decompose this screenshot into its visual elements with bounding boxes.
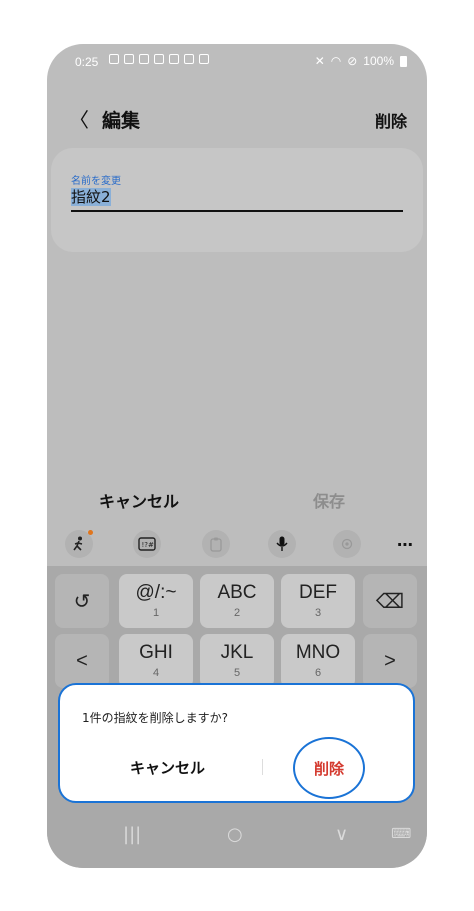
edit-actions: キャンセル 保存: [47, 488, 427, 514]
save-button[interactable]: 保存: [313, 488, 345, 512]
mic-icon-bg: [268, 530, 296, 558]
stickman-icon[interactable]: [65, 530, 93, 558]
settings-icon[interactable]: [333, 530, 361, 558]
card-icon: [199, 54, 209, 64]
keyboard-switch-button[interactable]: ⌨: [391, 826, 411, 842]
mute-icon: ✕: [314, 54, 325, 68]
input-underline: [71, 210, 403, 212]
app-header: 〈 編集 削除: [47, 102, 427, 132]
symbols-icon[interactable]: !?#: [133, 530, 161, 558]
key-mno[interactable]: MNO 6: [281, 634, 355, 688]
key-abc[interactable]: ABC 2: [200, 574, 274, 628]
page-title: 編集: [102, 110, 141, 132]
key-sub-label: 1: [152, 607, 160, 619]
key-sub-label: 5: [233, 667, 241, 679]
chat-icon: [109, 54, 119, 64]
status-bar: 0:25 ✕ ◠ ⊘ 100%: [47, 44, 427, 80]
calendar-icon: [184, 54, 194, 64]
recents-button[interactable]: |||: [123, 824, 141, 845]
back-button[interactable]: 〈: [69, 104, 89, 133]
key-main-label: ABC: [217, 582, 257, 603]
key-main-label: MNO: [295, 642, 341, 663]
status-time: 0:25: [75, 55, 99, 69]
home-button[interactable]: ○: [227, 824, 243, 845]
keyboard-toolbar: !?# ⋯: [47, 524, 427, 564]
notification-icons: [109, 54, 209, 64]
system-icons: ✕ ◠ ⊘ 100%: [315, 54, 407, 68]
rename-input[interactable]: 指紋2: [71, 186, 111, 207]
key-main-label: @/:~: [135, 582, 177, 603]
clipboard-icon[interactable]: [202, 530, 230, 558]
key-sub-label: 4: [152, 667, 160, 679]
symbols-icon-bg: !?#: [133, 530, 161, 558]
app-icon: [139, 54, 149, 64]
svg-text:!?#: !?#: [142, 541, 155, 549]
rename-input-value: 指紋2: [71, 188, 111, 206]
delete-button[interactable]: 削除: [375, 108, 407, 132]
rename-card: 名前を変更 指紋2: [51, 148, 423, 252]
dialog-cancel-button[interactable]: キャンセル: [130, 757, 205, 778]
key-sub-label: 2: [233, 607, 241, 619]
battery-text: 100%: [363, 54, 394, 68]
chevron-right-icon: >: [384, 649, 396, 672]
wifi-icon: ◠: [330, 54, 342, 68]
key-symbols[interactable]: @/:~ 1: [119, 574, 193, 628]
key-sub-label: 6: [314, 667, 322, 679]
backspace-key[interactable]: ⌫: [363, 574, 417, 628]
key-main-label: JKL: [220, 642, 254, 663]
key-jkl[interactable]: JKL 5: [200, 634, 274, 688]
cursor-right-key[interactable]: >: [363, 634, 417, 688]
key-sub-label: 3: [314, 607, 322, 619]
cursor-left-key[interactable]: <: [55, 634, 109, 688]
dialog-message: 1件の指紋を削除しますか?: [82, 711, 229, 725]
download-icon: [124, 54, 134, 64]
rename-field-label: 名前を変更: [71, 176, 121, 187]
dialog-delete-button[interactable]: 削除: [314, 758, 344, 779]
key-ghi[interactable]: GHI 4: [119, 634, 193, 688]
settings-icon-bg: [333, 530, 361, 558]
chevron-left-icon: <: [76, 649, 88, 672]
mic-icon[interactable]: [268, 530, 296, 558]
key-main-label: GHI: [139, 642, 173, 663]
navigation-bar: ||| ○ ∨ ⌨: [47, 806, 427, 868]
block-icon: ⊘: [347, 54, 358, 68]
nav-back-button[interactable]: ∨: [335, 824, 348, 845]
undo-key[interactable]: ↺: [55, 574, 109, 628]
notification-dot: [88, 530, 93, 535]
clipboard-icon-bg: [202, 530, 230, 558]
delete-confirm-dialog: 1件の指紋を削除しますか? キャンセル 削除: [58, 683, 415, 803]
undo-icon: ↺: [73, 590, 91, 613]
backspace-icon: ⌫: [375, 590, 405, 613]
mail-icon: [154, 54, 164, 64]
dialog-delete-highlight: 削除: [293, 737, 365, 799]
key-main-label: DEF: [299, 582, 337, 603]
key-def[interactable]: DEF 3: [281, 574, 355, 628]
more-icon[interactable]: ⋯: [391, 530, 419, 558]
cancel-button[interactable]: キャンセル: [99, 488, 179, 512]
dialog-divider: [262, 759, 263, 775]
battery-icon: [400, 55, 407, 67]
image-icon: [169, 54, 179, 64]
